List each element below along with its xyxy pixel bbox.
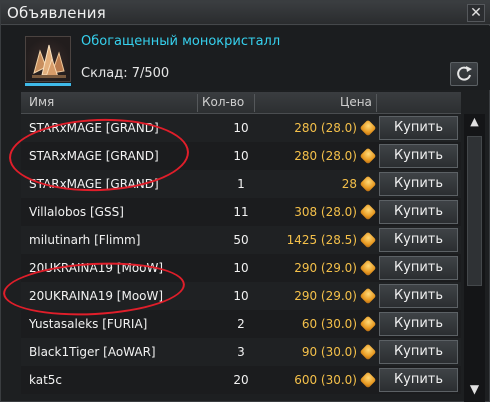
price: 90 (30.0) bbox=[301, 345, 357, 359]
table-row: 20UKRAINA19 [MooW] 10 290 (29.0) Купить bbox=[21, 282, 461, 310]
gold-coin-icon bbox=[359, 259, 377, 277]
buy-button[interactable]: Купить bbox=[379, 284, 458, 308]
header-name: Имя bbox=[29, 95, 55, 109]
buy-button[interactable]: Купить bbox=[379, 172, 458, 196]
price: 600 (30.0) bbox=[294, 373, 357, 387]
header-separator bbox=[197, 94, 198, 112]
gold-coin-icon bbox=[359, 315, 377, 333]
header-price: Цена bbox=[340, 95, 372, 109]
buy-button[interactable]: Купить bbox=[379, 312, 458, 336]
table-row: Yustasaleks [FURIA] 2 60 (30.0) Купить bbox=[21, 310, 461, 338]
item-icon-underline bbox=[25, 83, 71, 86]
price: 290 (29.0) bbox=[294, 261, 357, 275]
gold-coin-icon bbox=[359, 175, 377, 193]
quantity: 10 bbox=[233, 149, 249, 163]
gold-coin-icon bbox=[359, 343, 377, 361]
stock-count: Склад: 7/500 bbox=[81, 66, 170, 81]
item-name: Обогащенный монокристалл bbox=[81, 34, 281, 49]
seller-name: STARxMAGE [GRAND] bbox=[29, 121, 159, 135]
price: 60 (30.0) bbox=[301, 317, 357, 331]
table-body: STARxMAGE [GRAND] 10 280 (28.0) Купить S… bbox=[21, 114, 461, 394]
price: 290 (29.0) bbox=[294, 289, 357, 303]
table-row: kat5c 20 600 (30.0) Купить bbox=[21, 366, 461, 394]
quantity: 50 bbox=[233, 233, 249, 247]
quantity: 10 bbox=[233, 289, 249, 303]
crystal-icon bbox=[25, 36, 71, 82]
table-row: Black1Tiger [AoWAR] 3 90 (30.0) Купить bbox=[21, 338, 461, 366]
quantity: 20 bbox=[233, 373, 249, 387]
header-qty: Кол-во bbox=[202, 95, 245, 109]
quantity: 10 bbox=[233, 121, 249, 135]
buy-button[interactable]: Купить bbox=[379, 256, 458, 280]
table-header: Имя Кол-во Цена bbox=[21, 92, 461, 114]
table-row: milutinarh [Flimm] 50 1425 (28.5) Купить bbox=[21, 226, 461, 254]
price: 308 (28.0) bbox=[294, 205, 357, 219]
quantity: 10 bbox=[233, 261, 249, 275]
buy-button[interactable]: Купить bbox=[379, 368, 458, 392]
price: 28 bbox=[341, 177, 357, 191]
gold-coin-icon bbox=[359, 147, 377, 165]
seller-name: 20UKRAINA19 [MooW] bbox=[29, 261, 164, 275]
price: 1425 (28.5) bbox=[286, 233, 357, 247]
scroll-down-icon[interactable]: ▼ bbox=[464, 381, 485, 397]
seller-name: milutinarh [Flimm] bbox=[29, 233, 141, 247]
buy-button[interactable]: Купить bbox=[379, 144, 458, 168]
table-row: STARxMAGE [GRAND] 10 280 (28.0) Купить bbox=[21, 114, 461, 142]
window-title: Объявления bbox=[7, 4, 106, 22]
table-row: STARxMAGE [GRAND] 10 280 (28.0) Купить bbox=[21, 142, 461, 170]
listings-table: Имя Кол-во Цена STARxMAGE [GRAND] 10 280… bbox=[21, 92, 487, 402]
close-button[interactable]: ✕ bbox=[467, 4, 485, 22]
price: 280 (28.0) bbox=[294, 149, 357, 163]
seller-name: Yustasaleks [FURIA] bbox=[29, 317, 148, 331]
ads-window: Объявления ✕ Обогащенный монокристалл Ск… bbox=[0, 0, 490, 402]
header-separator bbox=[254, 94, 255, 112]
buy-button[interactable]: Купить bbox=[379, 228, 458, 252]
quantity: 3 bbox=[237, 345, 245, 359]
buy-button[interactable]: Купить bbox=[379, 116, 458, 140]
scroll-up-icon[interactable]: ▲ bbox=[464, 114, 485, 130]
seller-name: kat5c bbox=[29, 373, 63, 387]
table-row: 20UKRAINA19 [MooW] 10 290 (29.0) Купить bbox=[21, 254, 461, 282]
seller-name: STARxMAGE [GRAND] bbox=[29, 177, 159, 191]
scroll-thumb[interactable] bbox=[467, 136, 482, 286]
seller-name: STARxMAGE [GRAND] bbox=[29, 149, 159, 163]
quantity: 11 bbox=[233, 205, 249, 219]
gold-coin-icon bbox=[359, 287, 377, 305]
title-bar: Объявления ✕ bbox=[1, 1, 490, 25]
buy-button[interactable]: Купить bbox=[379, 340, 458, 364]
gold-coin-icon bbox=[359, 203, 377, 221]
gold-coin-icon bbox=[359, 231, 377, 249]
refresh-icon bbox=[457, 66, 472, 81]
seller-name: 20UKRAINA19 [MooW] bbox=[29, 289, 164, 303]
refresh-button[interactable] bbox=[450, 62, 478, 86]
table-row: Villalobos [GSS] 11 308 (28.0) Купить bbox=[21, 198, 461, 226]
seller-name: Villalobos [GSS] bbox=[29, 205, 124, 219]
gold-coin-icon bbox=[359, 371, 377, 389]
scrollbar[interactable]: ▲ ▼ bbox=[464, 114, 485, 402]
quantity: 2 bbox=[237, 317, 245, 331]
header-separator bbox=[376, 94, 377, 112]
buy-button[interactable]: Купить bbox=[379, 200, 458, 224]
seller-name: Black1Tiger [AoWAR] bbox=[29, 345, 156, 359]
price: 280 (28.0) bbox=[294, 121, 357, 135]
quantity: 1 bbox=[237, 177, 245, 191]
gold-coin-icon bbox=[359, 119, 377, 137]
item-panel: Обогащенный монокристалл Склад: 7/500 bbox=[1, 26, 490, 90]
table-row: STARxMAGE [GRAND] 1 28 Купить bbox=[21, 170, 461, 198]
